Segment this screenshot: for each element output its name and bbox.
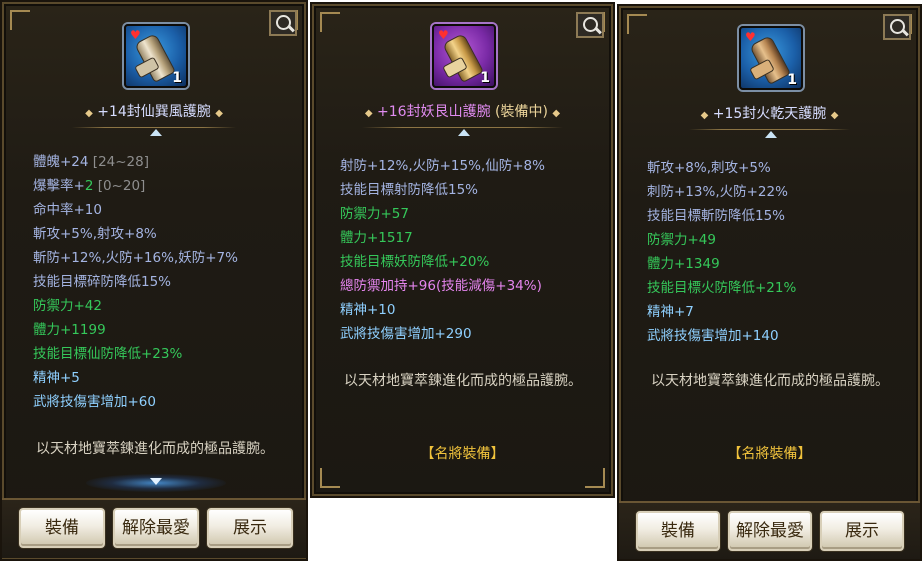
equip-button[interactable]: 裝備 [19, 508, 105, 548]
item-icon: ♥ 1 [432, 24, 496, 88]
item-tooltip-panel-2: ♥ 1 ◆ +16封妖艮山護腕 (裝備中) ◆ 射防+12%,火防+15%,仙防… [310, 2, 615, 498]
favorite-heart-icon: ♥ [438, 28, 449, 42]
item-count: 1 [787, 72, 797, 88]
stat-line: 命中率+10 [33, 202, 102, 218]
scroll-down-arrow-icon[interactable] [150, 478, 162, 485]
button-bar: 裝備 解除最愛 展示 [619, 501, 920, 559]
stat-line: 體力+1199 [33, 322, 106, 338]
stat-line: 精神+5 [33, 370, 80, 386]
stat-line: 體力+1517 [340, 230, 413, 246]
item-icon: ♥ 1 [739, 26, 803, 90]
magnify-icon[interactable] [883, 14, 911, 40]
favorite-heart-icon: ♥ [130, 28, 141, 42]
stat-line: 技能目標碎防降低15% [33, 274, 172, 290]
stat-line: 武將技傷害增加+290 [340, 326, 472, 342]
item-tooltip-panel-3: ♥ 1 ◆ +15封火乾天護腕 ◆ 斬攻+8%,刺攻+5% 刺防+13%,火防+… [617, 4, 922, 561]
stat-line: 斬防+12%,火防+16%,妖防+7% [33, 250, 238, 266]
item-title: ◆ +16封妖艮山護腕 (裝備中) ◆ [364, 104, 561, 120]
scroll-up-arrow-icon[interactable] [150, 129, 162, 136]
stat-line: 防禦力+49 [647, 232, 716, 248]
stat-line: 爆擊率+2 [0~20] [33, 178, 146, 194]
stat-line: 斬攻+5%,射攻+8% [33, 226, 157, 242]
stat-line: 精神+10 [340, 302, 396, 318]
stat-line: 技能目標妖防降低+20% [340, 254, 490, 270]
magnify-icon[interactable] [576, 12, 604, 38]
stat-line: 精神+7 [647, 304, 694, 320]
stat-line: 射防+12%,火防+15%,仙防+8% [340, 158, 545, 174]
show-button[interactable]: 展示 [820, 511, 904, 551]
stat-line: 總防禦加持+96(技能減傷+34%) [340, 278, 542, 294]
item-tooltip-panel-1: ♥ 1 ◆ +14封仙巽風護腕 ◆ 體魄+24 [24~28] 爆擊率+2 [0… [0, 0, 308, 561]
stat-list: 射防+12%,火防+15%,仙防+8% 技能目標射防降低15% 防禦力+57 體… [340, 154, 545, 346]
unfavorite-button[interactable]: 解除最愛 [728, 511, 812, 551]
stat-line: 刺防+13%,火防+22% [647, 184, 788, 200]
stat-line: 防禦力+57 [340, 206, 409, 222]
item-description: 以天材地寶萃鍊進化而成的極品護腕。 [344, 373, 582, 389]
divider [689, 129, 850, 130]
stat-line: 防禦力+42 [33, 298, 102, 314]
frame-corner [627, 14, 647, 34]
frame-corner [10, 10, 30, 30]
item-count: 1 [480, 70, 490, 86]
button-bar: 裝備 解除最愛 展示 [2, 498, 306, 558]
frame-corner [320, 12, 340, 32]
stat-line: 技能目標火防降低+21% [647, 280, 797, 296]
item-description: 以天材地寶萃鍊進化而成的極品護腕。 [36, 441, 274, 457]
item-title: ◆ +14封仙巽風護腕 ◆ [85, 104, 223, 120]
equip-button[interactable]: 裝備 [636, 511, 720, 551]
scroll-up-arrow-icon[interactable] [765, 131, 777, 138]
item-title: ◆ +15封火乾天護腕 ◆ [700, 106, 839, 122]
stat-line: 斬攻+8%,刺攻+5% [647, 160, 771, 176]
unfavorite-button[interactable]: 解除最愛 [113, 508, 199, 548]
divider [362, 127, 563, 128]
stat-list: 體魄+24 [24~28] 爆擊率+2 [0~20] 命中率+10 斬攻+5%,… [33, 150, 238, 414]
frame-corner [585, 468, 605, 488]
legendary-gear-tag: 【名將裝備】 [420, 446, 505, 462]
stat-list: 斬攻+8%,刺攻+5% 刺防+13%,火防+22% 技能目標斬防降低15% 防禦… [647, 156, 796, 348]
stat-line: 技能目標射防降低15% [340, 182, 479, 198]
stat-line: 武將技傷害增加+60 [33, 394, 156, 410]
stat-line: 武將技傷害增加+140 [647, 328, 779, 344]
item-icon: ♥ 1 [124, 24, 188, 88]
legendary-gear-tag: 【名將裝備】 [727, 446, 812, 462]
divider [72, 127, 236, 128]
scroll-up-arrow-icon[interactable] [458, 129, 470, 136]
item-description: 以天材地寶萃鍊進化而成的極品護腕。 [651, 373, 889, 389]
item-count: 1 [172, 70, 182, 86]
favorite-heart-icon: ♥ [745, 30, 756, 44]
stat-line: 體魄+24 [24~28] [33, 154, 149, 170]
stat-line: 技能目標斬防降低15% [647, 208, 786, 224]
frame-corner [320, 468, 340, 488]
stat-line: 體力+1349 [647, 256, 720, 272]
magnify-icon[interactable] [269, 10, 297, 36]
stat-line: 技能目標仙防降低+23% [33, 346, 183, 362]
show-button[interactable]: 展示 [207, 508, 293, 548]
